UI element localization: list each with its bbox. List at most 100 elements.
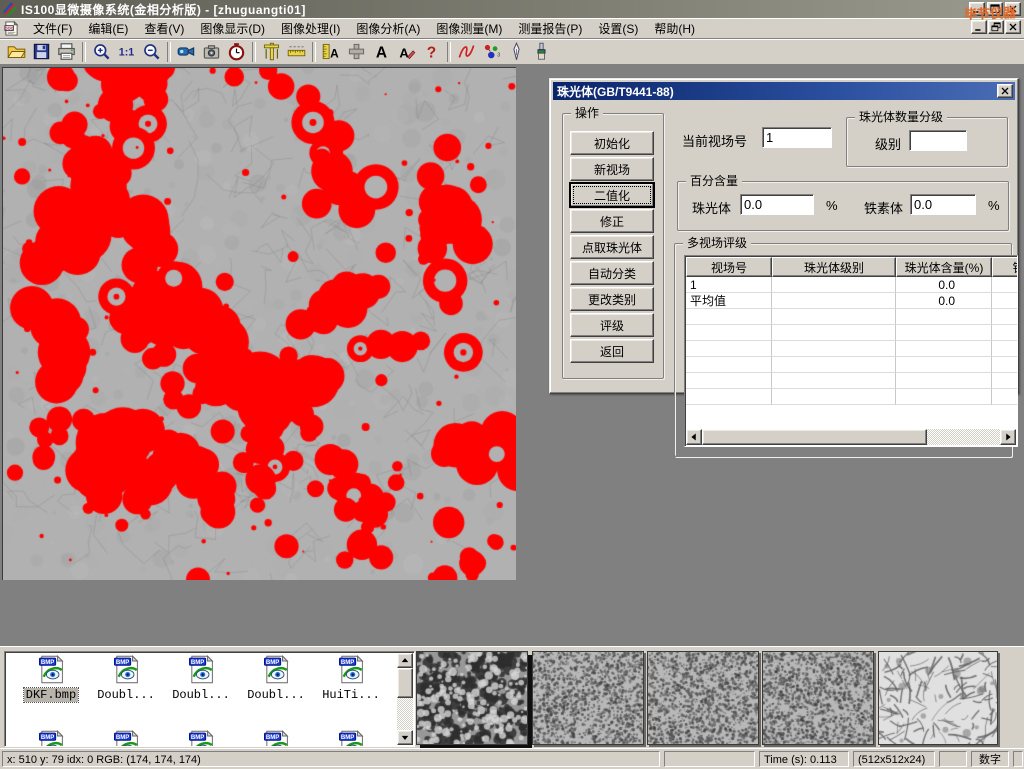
zoom-in-button[interactable] (89, 41, 114, 63)
table-row-6[interactable] (686, 357, 1018, 373)
thumbnail-1[interactable] (416, 651, 528, 745)
video-camera-button[interactable] (174, 41, 199, 63)
capture-camera-button[interactable] (199, 41, 224, 63)
grid-cross-button[interactable] (344, 41, 369, 63)
maximize-button[interactable] (987, 2, 1003, 16)
table-column-header-1[interactable]: 视场号 (686, 257, 772, 277)
ruler-button[interactable] (284, 41, 309, 63)
table-row-7[interactable] (686, 373, 1018, 389)
ferrite-percent-sign: % (988, 198, 1000, 213)
svg-text:BMP: BMP (190, 735, 203, 741)
curve-tool-button[interactable] (454, 41, 479, 63)
text-edit-button[interactable]: A (394, 41, 419, 63)
scroll-down-button[interactable] (397, 730, 413, 745)
scroll-up-button[interactable] (397, 653, 413, 668)
thumbnail-3[interactable] (647, 651, 759, 745)
menu-item-5[interactable]: 图像处理(I) (273, 18, 348, 39)
thumbnail-canvas[interactable] (648, 652, 758, 744)
scroll-right-button[interactable] (1000, 429, 1016, 445)
op-button-2[interactable]: 新视场 (570, 157, 654, 181)
actual-size-button[interactable]: 1:1 (114, 41, 139, 63)
table-column-header-2[interactable]: 珠光体级别 (772, 257, 896, 277)
child-minimize-button[interactable] (971, 20, 987, 34)
menu-item-9[interactable]: 设置(S) (590, 18, 646, 39)
thumbnail-4[interactable] (762, 651, 874, 745)
child-restore-button[interactable] (988, 20, 1004, 34)
table-row-4[interactable] (686, 325, 1018, 341)
file-vertical-scrollbar[interactable] (397, 653, 413, 745)
op-button-5[interactable]: 点取珠光体 (570, 235, 654, 259)
scroll-thumb[interactable] (702, 429, 927, 445)
thumbnail-canvas[interactable] (417, 652, 527, 744)
document-icon[interactable]: DOC (4, 21, 19, 36)
menu-item-6[interactable]: 图像分析(A) (348, 18, 428, 39)
menu-item-4[interactable]: 图像显示(D) (192, 18, 273, 39)
op-button-7[interactable]: 更改类别 (570, 287, 654, 311)
zoom-out-button[interactable] (139, 41, 164, 63)
pearlite-percent-input[interactable] (740, 194, 814, 215)
table-column-header-3[interactable]: 珠光体含量(%) (896, 257, 992, 277)
print-button[interactable] (54, 41, 79, 63)
scroll-left-button[interactable] (686, 429, 702, 445)
child-close-button[interactable] (1005, 20, 1021, 34)
menu-item-10[interactable]: 帮助(H) (646, 18, 703, 39)
thumbnail-canvas[interactable] (763, 652, 873, 744)
open-folder-button[interactable] (4, 41, 29, 63)
op-button-3[interactable]: 二值化 (570, 183, 654, 207)
help-button[interactable]: ? (419, 41, 444, 63)
file-item-4[interactable]: BMPDoubl... (240, 655, 312, 702)
thumbnail-canvas[interactable] (879, 652, 997, 744)
table-row-1[interactable]: 10.0 (686, 277, 1018, 293)
measure-text-button[interactable]: A (319, 41, 344, 63)
thumbnail-2[interactable] (532, 651, 644, 745)
menu-item-3[interactable]: 查看(V) (136, 18, 192, 39)
op-button-9[interactable]: 返回 (570, 339, 654, 363)
caliper-button[interactable] (259, 41, 284, 63)
op-button-1[interactable]: 初始化 (570, 131, 654, 155)
file-item-row2-3[interactable]: BMP (165, 730, 237, 747)
thumbnail-canvas[interactable] (533, 652, 643, 744)
file-item-3[interactable]: BMPDoubl... (165, 655, 237, 702)
specimen-image[interactable] (2, 67, 516, 580)
file-scroll-thumb[interactable] (397, 668, 413, 698)
menu-item-2[interactable]: 编辑(E) (80, 18, 136, 39)
table-row-8[interactable] (686, 389, 1018, 405)
file-item-row2-5[interactable]: BMP (315, 730, 387, 747)
op-button-6[interactable]: 自动分类 (570, 261, 654, 285)
table-horizontal-scrollbar[interactable] (686, 429, 1016, 445)
specimen-image-canvas[interactable] (3, 68, 516, 580)
text-label-button[interactable]: A (369, 41, 394, 63)
capture-camera-icon (202, 42, 221, 61)
table-row-5[interactable] (686, 341, 1018, 357)
file-item-5[interactable]: BMPHuiTi... (315, 655, 387, 702)
close-button[interactable] (1005, 2, 1021, 16)
table-row-2[interactable]: 平均值0.0 (686, 293, 1018, 309)
menu-item-8[interactable]: 测量报告(P) (510, 18, 590, 39)
timer-clock-button[interactable] (224, 41, 249, 63)
current-field-input[interactable] (762, 127, 832, 148)
thumbnail-5[interactable] (878, 651, 998, 745)
file-list[interactable]: BMPDKF.bmpBMPDoubl...BMPDoubl...BMPDoubl… (4, 651, 415, 747)
file-item-1[interactable]: BMPDKF.bmp (15, 655, 87, 702)
picker-pen-button[interactable] (504, 41, 529, 63)
dialog-title-bar[interactable]: 珠光体(GB/T9441-88) (553, 82, 1015, 100)
ferrite-percent-input[interactable] (910, 194, 976, 215)
classify-dots-button[interactable]: 3 (479, 41, 504, 63)
menu-item-7[interactable]: 图像测量(M) (428, 18, 510, 39)
grade-input[interactable] (909, 130, 967, 151)
op-button-8[interactable]: 评级 (570, 313, 654, 337)
title-bar[interactable]: IS100显微摄像系统(金相分析版) - [zhuguangti01] (0, 0, 1024, 18)
file-item-2[interactable]: BMPDoubl... (90, 655, 162, 702)
minimize-button[interactable] (969, 2, 985, 16)
brush-button[interactable] (529, 41, 554, 63)
file-item-row2-4[interactable]: BMP (240, 730, 312, 747)
dialog-close-button[interactable] (997, 84, 1013, 98)
file-item-row2-2[interactable]: BMP (90, 730, 162, 747)
table-column-header-4[interactable]: 铁素体含量(%) (992, 257, 1018, 277)
op-button-4[interactable]: 修正 (570, 209, 654, 233)
file-item-row2-1[interactable]: BMP (15, 730, 87, 747)
multifield-table[interactable]: 视场号珠光体级别珠光体含量(%)铁素体含量(%) 10.0平均值0.0 (684, 255, 1018, 447)
menu-item-1[interactable]: 文件(F) (25, 18, 80, 39)
table-row-3[interactable] (686, 309, 1018, 325)
save-button[interactable] (29, 41, 54, 63)
